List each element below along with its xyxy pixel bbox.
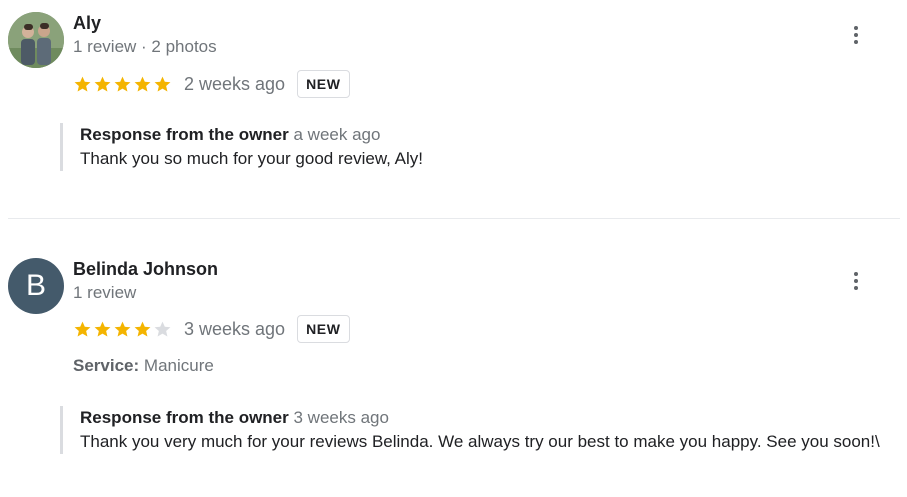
reviewer-avatar[interactable]: [8, 12, 64, 68]
owner-response: Response from the owner a week ago Thank…: [60, 123, 907, 171]
review-date: 2 weeks ago: [184, 73, 286, 94]
response-text: Thank you very much for your reviews Bel…: [80, 432, 880, 451]
star-filled-icon: [113, 320, 132, 339]
star-filled-icon: [113, 75, 132, 94]
star-filled-icon: [93, 320, 112, 339]
reviewer-name[interactable]: Aly: [73, 13, 101, 34]
star-empty-icon: [153, 320, 172, 339]
service-label: Service:: [73, 356, 140, 375]
star-filled-icon: [73, 320, 92, 339]
more-dot-icon: [854, 26, 858, 30]
response-title: Response from the owner: [80, 125, 289, 144]
response-date: a week ago: [293, 125, 381, 144]
reviewer-avatar[interactable]: B: [8, 258, 64, 314]
star-rating: [73, 75, 172, 94]
user-photo-avatar-icon: [8, 12, 64, 68]
rating-row: 2 weeks ago NEW: [73, 69, 350, 99]
star-filled-icon: [133, 75, 152, 94]
reviewer-name[interactable]: Belinda Johnson: [73, 259, 218, 280]
more-options-button[interactable]: [846, 266, 866, 296]
more-dot-icon: [854, 272, 858, 276]
star-filled-icon: [93, 75, 112, 94]
star-rating: [73, 320, 172, 339]
owner-response: Response from the owner 3 weeks ago Than…: [60, 406, 907, 454]
response-date: 3 weeks ago: [293, 408, 389, 427]
more-dot-icon: [854, 286, 858, 290]
more-dot-icon: [854, 279, 858, 283]
more-dot-icon: [854, 40, 858, 44]
star-filled-icon: [153, 75, 172, 94]
more-options-button[interactable]: [846, 20, 866, 50]
rating-row: 3 weeks ago NEW: [73, 314, 350, 344]
response-text: Thank you so much for your good review, …: [80, 149, 424, 168]
service-info: Service: Manicure: [73, 356, 214, 376]
review-date: 3 weeks ago: [184, 318, 286, 339]
reviewer-meta: 1 review · 2 photos: [73, 37, 217, 56]
response-title: Response from the owner: [80, 408, 289, 427]
new-badge: NEW: [297, 315, 350, 343]
star-filled-icon: [73, 75, 92, 94]
reviewer-meta: 1 review: [73, 283, 137, 302]
more-dot-icon: [854, 33, 858, 37]
star-filled-icon: [133, 320, 152, 339]
new-badge: NEW: [297, 70, 350, 98]
review-divider: [8, 218, 900, 219]
service-value: Manicure: [143, 356, 214, 375]
